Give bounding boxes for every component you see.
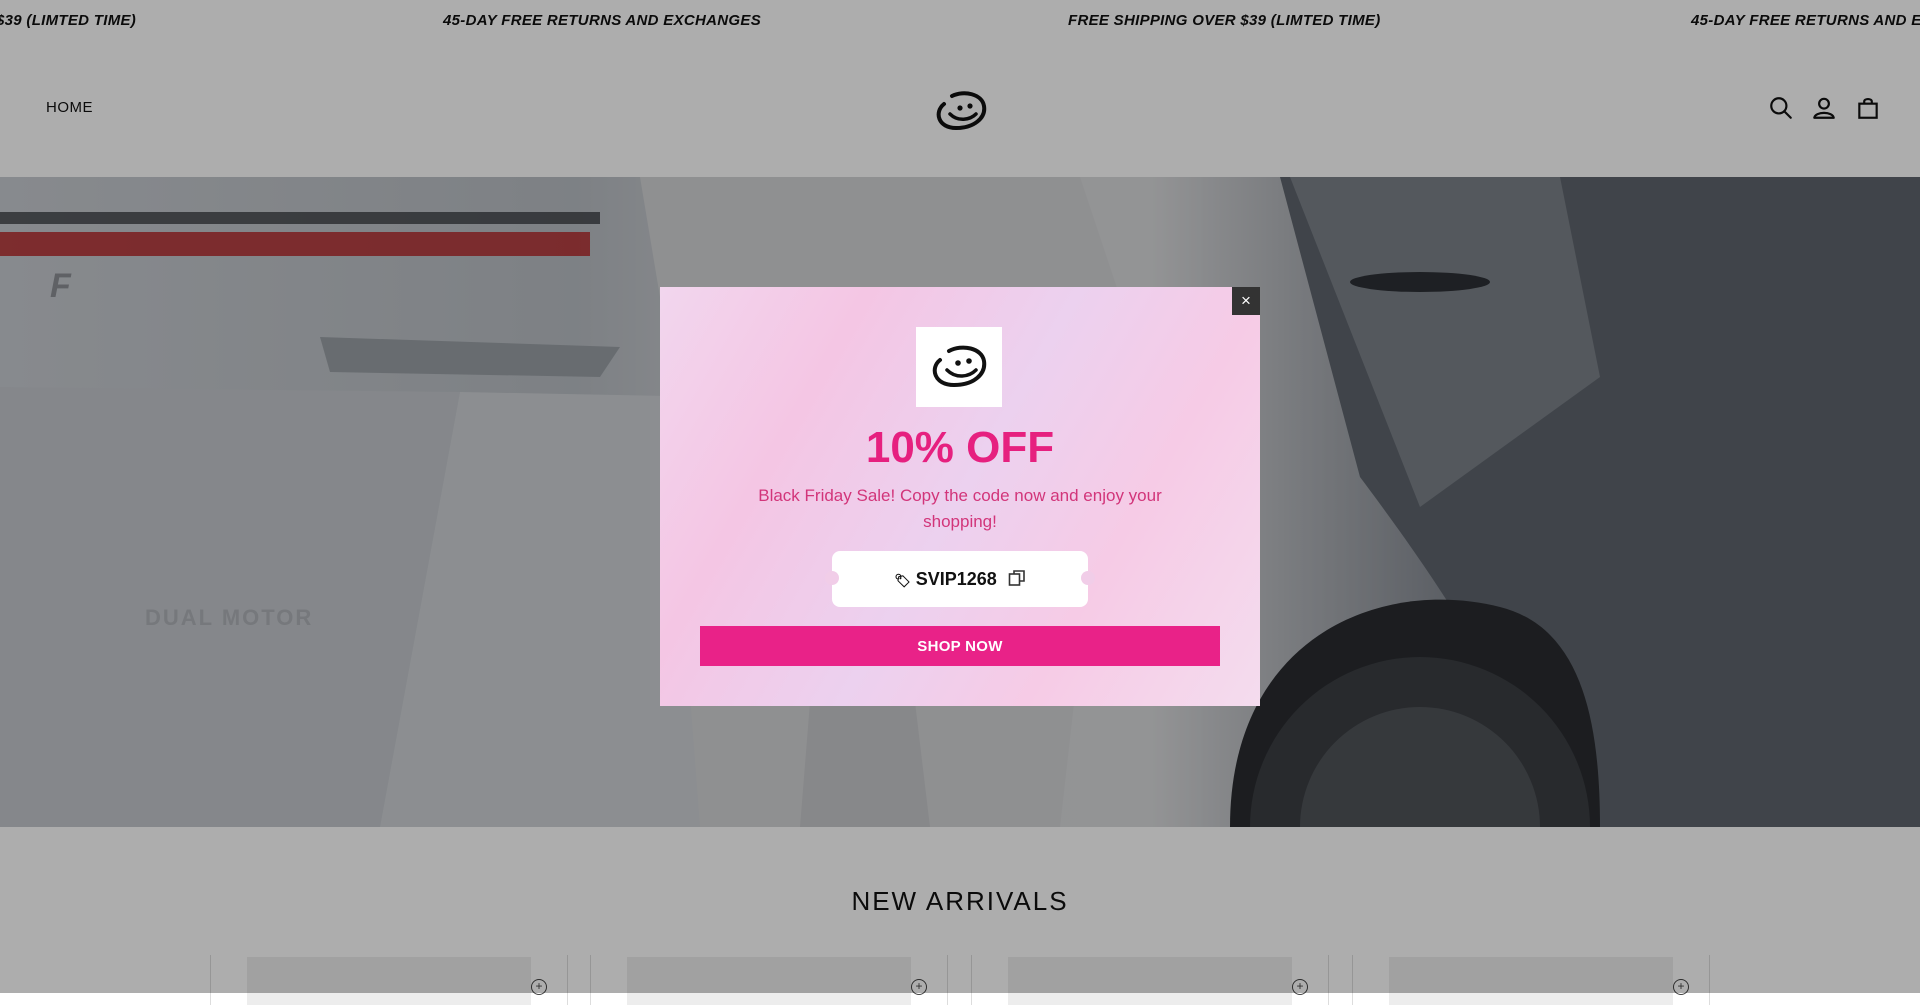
shop-now-button[interactable]: SHOP NOW <box>700 626 1220 666</box>
close-icon[interactable]: × <box>1232 287 1260 315</box>
coupon-notch <box>825 571 839 585</box>
popup-logo <box>916 327 1002 407</box>
discount-popup: × 10% OFF Black Friday Sale! Copy the co… <box>660 287 1260 706</box>
tag-icon: 🏷 <box>894 573 911 588</box>
coupon-notch <box>1081 571 1095 585</box>
copy-icon[interactable] <box>1008 569 1026 587</box>
coupon-box[interactable]: 🏷 SVIP1268 <box>825 551 1095 607</box>
coupon-code: SVIP1268 <box>915 569 997 589</box>
popup-description: Black Friday Sale! Copy the code now and… <box>758 486 1162 531</box>
popup-title: 10% OFF <box>865 423 1055 472</box>
